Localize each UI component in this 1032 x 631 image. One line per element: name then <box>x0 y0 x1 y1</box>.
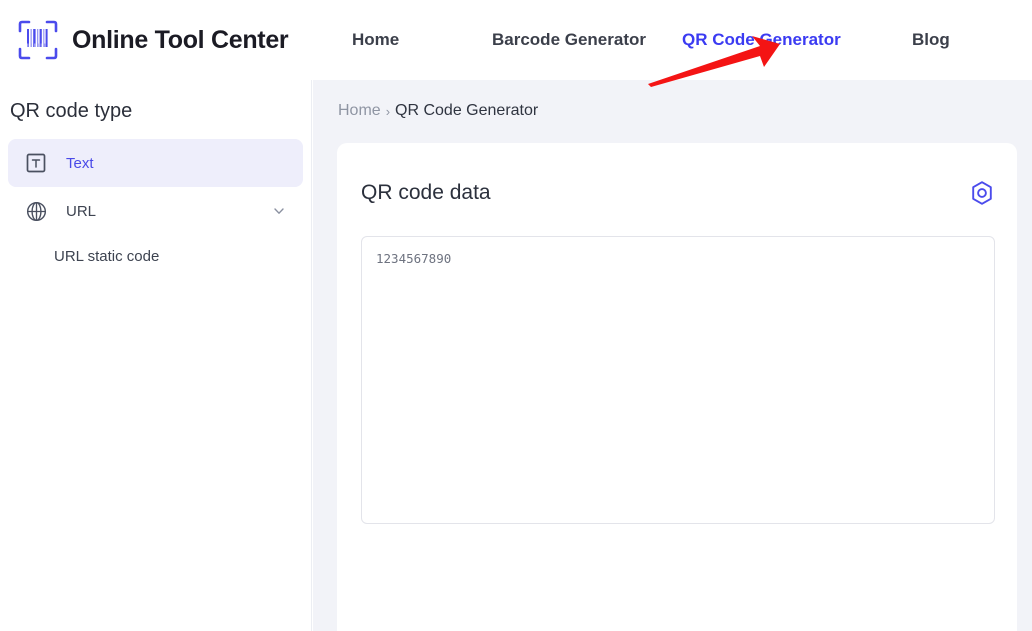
nav-link-blog[interactable]: Blog <box>882 30 1032 50</box>
chevron-down-icon[interactable] <box>271 203 287 219</box>
sidebar-item-url-label: URL <box>66 202 97 220</box>
qr-code-data-input[interactable] <box>361 236 995 525</box>
qr-type-list: Text URL URL static code <box>0 139 311 277</box>
sidebar-item-text-label: Text <box>66 154 94 172</box>
breadcrumb-separator-icon: › <box>385 103 391 119</box>
sidebar: QR code type Text URL URL static code <box>0 80 312 631</box>
qr-code-data-panel: QR code data <box>337 143 1017 631</box>
breadcrumb-link-home[interactable]: Home <box>338 102 381 120</box>
brand-logo[interactable]: Online Tool Center <box>16 18 308 62</box>
nav-link-qr-code-generator[interactable]: QR Code Generator <box>682 30 882 50</box>
sidebar-item-url[interactable]: URL <box>8 187 303 235</box>
breadcrumb: Home › QR Code Generator <box>313 80 1032 142</box>
main-content: Home › QR Code Generator QR code data <box>313 80 1032 631</box>
hexagon-target-icon[interactable] <box>969 180 995 206</box>
sidebar-subitem-url-static-code[interactable]: URL static code <box>0 235 311 277</box>
panel-title: QR code data <box>361 181 491 205</box>
site-header: Online Tool Center Home Barcode Generato… <box>0 0 1032 80</box>
breadcrumb-current-page: QR Code Generator <box>395 102 539 119</box>
barcode-scan-icon <box>16 18 60 62</box>
nav-link-barcode-generator[interactable]: Barcode Generator <box>492 30 682 50</box>
text-box-icon <box>24 151 48 175</box>
sidebar-item-text[interactable]: Text <box>8 139 303 187</box>
brand-name: Online Tool Center <box>72 25 289 54</box>
nav-link-home[interactable]: Home <box>334 30 492 50</box>
panel-header: QR code data <box>337 143 1017 219</box>
sidebar-title: QR code type <box>10 100 133 122</box>
globe-icon <box>24 199 48 223</box>
sidebar-subitem-url-static-code-label: URL static code <box>54 247 160 265</box>
main-navigation: Home Barcode Generator QR Code Generator… <box>334 30 1032 50</box>
page-root: Online Tool Center Home Barcode Generato… <box>0 0 1032 631</box>
